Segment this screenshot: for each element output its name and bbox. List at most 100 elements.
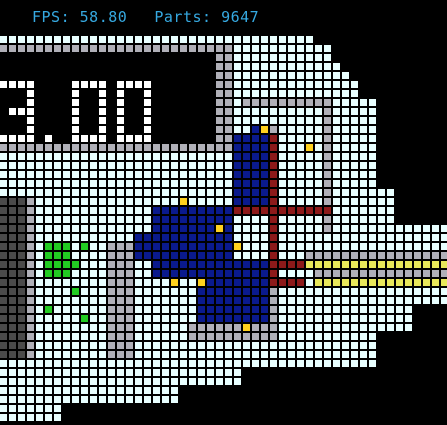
- display-digit-pixel: [144, 81, 151, 88]
- particle-cell: [90, 306, 97, 313]
- particle-cell: [279, 180, 286, 187]
- particle-cell: [387, 297, 394, 304]
- particle-cell: [387, 198, 394, 205]
- particle-cell: [234, 333, 241, 340]
- particle-cell: [63, 216, 70, 223]
- particle-cell: [378, 306, 385, 313]
- particle-cell: [72, 351, 79, 358]
- particle-cell: [27, 369, 34, 376]
- particle-cell: [144, 180, 151, 187]
- particle-cell: [216, 288, 223, 295]
- particle-cell: [234, 126, 241, 133]
- particle-cell: [261, 153, 268, 160]
- particle-cell: [315, 234, 322, 241]
- particle-cell: [126, 351, 133, 358]
- particle-cell: [324, 135, 331, 142]
- display-digit-pixel: [81, 135, 88, 142]
- particle-cell: [81, 279, 88, 286]
- particle-cell: [189, 351, 196, 358]
- particle-cell: [369, 153, 376, 160]
- particle-cell: [387, 216, 394, 223]
- particle-cell: [234, 315, 241, 322]
- particle-cell: [243, 198, 250, 205]
- particle-cell: [351, 81, 358, 88]
- particle-cell: [63, 387, 70, 394]
- particle-cell: [189, 261, 196, 268]
- particle-cell: [441, 252, 447, 259]
- particle-cell: [261, 99, 268, 106]
- particle-cell: [207, 225, 214, 232]
- particle-cell: [63, 360, 70, 367]
- particle-cell: [270, 63, 277, 70]
- particle-cell: [351, 108, 358, 115]
- particle-cell: [198, 279, 205, 286]
- particle-cell: [180, 162, 187, 169]
- particle-cell: [54, 36, 61, 43]
- particle-cell: [234, 288, 241, 295]
- particle-cell: [441, 288, 447, 295]
- particle-cell: [171, 225, 178, 232]
- particle-cell: [234, 63, 241, 70]
- particle-cell: [189, 279, 196, 286]
- particle-cell: [153, 45, 160, 52]
- particle-cell: [9, 261, 16, 268]
- particle-cell: [414, 252, 421, 259]
- particle-cell: [171, 171, 178, 178]
- particle-cell: [27, 243, 34, 250]
- display-digit-pixel: [144, 117, 151, 124]
- particle-cell: [27, 162, 34, 169]
- particle-cell: [189, 342, 196, 349]
- particle-cell: [378, 225, 385, 232]
- display-digit-pixel: [99, 90, 106, 97]
- particle-cell: [297, 270, 304, 277]
- particle-cell: [333, 324, 340, 331]
- particle-cell: [162, 36, 169, 43]
- particle-cell: [144, 333, 151, 340]
- particle-cell: [324, 63, 331, 70]
- simulation-canvas[interactable]: 3.00 FPS: 58.80 Parts: 9647: [0, 0, 447, 425]
- particle-cell: [108, 36, 115, 43]
- particle-cell: [243, 288, 250, 295]
- particle-cell: [225, 54, 232, 61]
- particle-cell: [279, 342, 286, 349]
- particle-cell: [171, 324, 178, 331]
- particle-field[interactable]: 3.00: [0, 0, 447, 425]
- particle-cell: [63, 171, 70, 178]
- particle-cell: [0, 414, 7, 421]
- particle-cell: [441, 297, 447, 304]
- particle-cell: [279, 279, 286, 286]
- particle-cell: [243, 126, 250, 133]
- particle-cell: [0, 162, 7, 169]
- particle-cell: [441, 270, 447, 277]
- display-digit-pixel: [117, 90, 124, 97]
- particle-cell: [252, 99, 259, 106]
- particle-cell: [27, 333, 34, 340]
- particle-cell: [414, 225, 421, 232]
- particle-cell: [189, 324, 196, 331]
- particle-cell: [108, 45, 115, 52]
- particle-cell: [288, 324, 295, 331]
- particle-cell: [333, 162, 340, 169]
- particle-cell: [234, 162, 241, 169]
- particle-cell: [216, 252, 223, 259]
- particle-cell: [270, 45, 277, 52]
- particle-cell: [18, 36, 25, 43]
- particle-cell: [36, 36, 43, 43]
- particle-cell: [333, 360, 340, 367]
- particle-cell: [279, 54, 286, 61]
- particle-cell: [288, 171, 295, 178]
- particle-cell: [126, 216, 133, 223]
- particle-cell: [0, 288, 7, 295]
- particle-cell: [369, 288, 376, 295]
- particle-cell: [216, 90, 223, 97]
- particle-cell: [207, 144, 214, 151]
- particle-cell: [252, 279, 259, 286]
- particle-cell: [288, 252, 295, 259]
- particle-cell: [99, 198, 106, 205]
- particle-cell: [27, 144, 34, 151]
- particle-cell: [99, 45, 106, 52]
- particle-cell: [252, 72, 259, 79]
- particle-cell: [54, 387, 61, 394]
- particle-cell: [54, 180, 61, 187]
- display-digit-pixel: [99, 126, 106, 133]
